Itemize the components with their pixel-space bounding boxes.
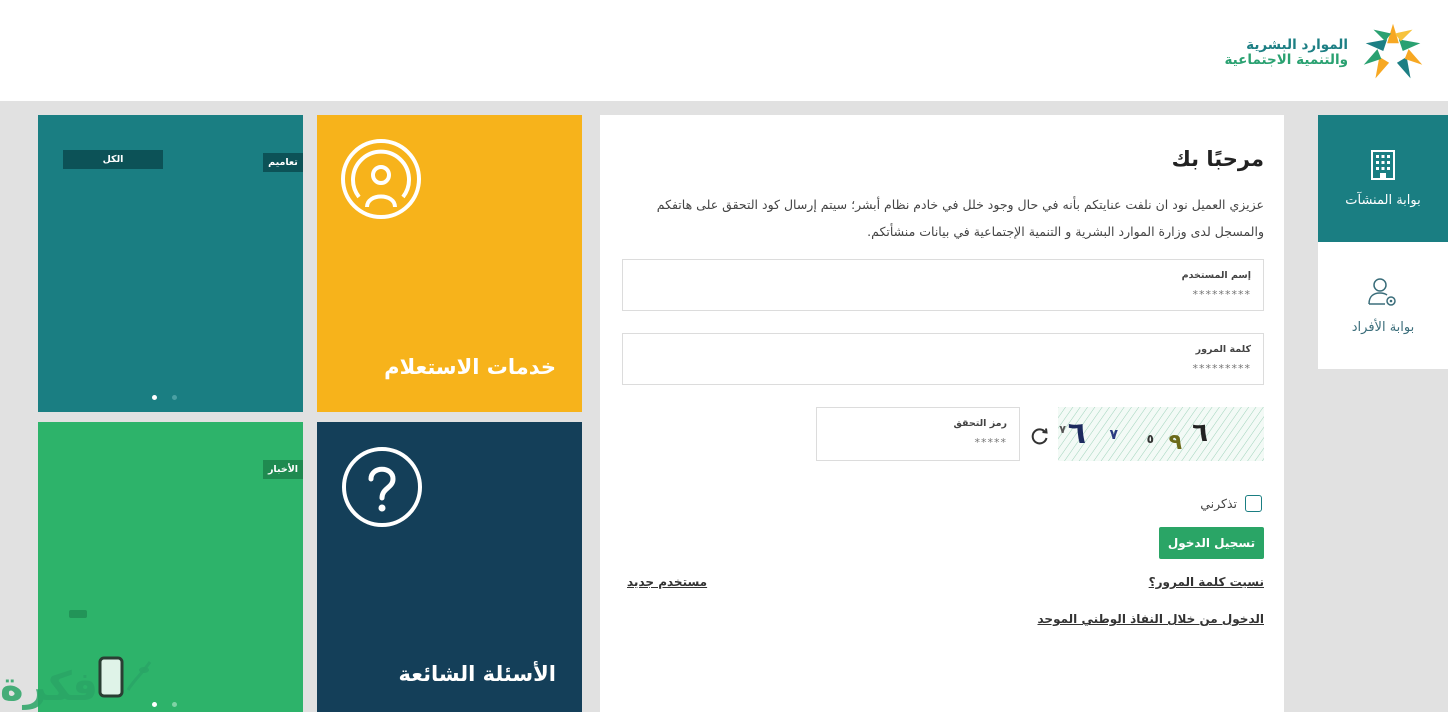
logo-line2: والتنمية الاجتماعية — [1224, 52, 1348, 68]
intro-text: عزيزي العميل نود ان نلفت عنايتكم بأنه في… — [656, 197, 1264, 239]
slider-dot[interactable] — [172, 702, 177, 707]
captcha-input[interactable]: ***** — [975, 436, 1008, 449]
faq-tile[interactable]: الأسئلة الشائعة — [317, 422, 582, 712]
logo-text: الموارد البشرية والتنمية الاجتماعية — [1224, 38, 1348, 68]
password-label: كلمة المرور — [1195, 344, 1251, 355]
welcome-title: مرحبًا بك — [1171, 147, 1264, 171]
question-circle-icon — [342, 447, 422, 527]
portal-individuals[interactable]: بوابة الأفراد — [1318, 242, 1448, 369]
tab-all[interactable]: الكل — [63, 150, 163, 169]
svg-text:٩: ٩ — [1169, 430, 1182, 455]
nafath-login-link[interactable]: الدخول من خلال النفاذ الوطني الموحد — [1038, 612, 1265, 626]
watermark-logo: فكرة — [0, 656, 152, 710]
svg-text:٧: ٧ — [1059, 423, 1066, 436]
broadcast-user-icon — [341, 139, 421, 219]
portal-nav: بوابة المنشآت بوابة الأفراد — [1318, 115, 1448, 369]
password-field[interactable]: كلمة المرور — [622, 333, 1264, 385]
svg-text:فكرة: فكرة — [0, 664, 98, 710]
username-field[interactable]: إسم المستخدم — [622, 259, 1264, 311]
svg-text:٦: ٦ — [1192, 418, 1208, 448]
portal-establishments[interactable]: بوابة المنشآت — [1318, 115, 1448, 242]
slider-dot[interactable] — [172, 395, 177, 400]
logo-line1: الموارد البشرية — [1246, 37, 1348, 53]
login-button[interactable]: تسجيل الدخول — [1159, 527, 1264, 559]
new-user-link[interactable]: مستخدم جديد — [627, 575, 707, 589]
ministry-logo[interactable]: الموارد البشرية والتنمية الاجتماعية — [1224, 20, 1432, 86]
ministry-star-logo-icon — [1363, 23, 1423, 79]
slider-dot-active[interactable] — [152, 395, 157, 400]
refresh-icon[interactable] — [1030, 426, 1050, 446]
svg-text:٥: ٥ — [1147, 432, 1154, 446]
svg-text:٦: ٦ — [1068, 416, 1086, 451]
portal-individuals-label: بوابة الأفراد — [1351, 320, 1415, 335]
news-slider-tile[interactable]: الكل تعاميم — [38, 115, 303, 412]
remember-label: تذكرني — [1200, 496, 1237, 511]
tab-news[interactable]: الأخبار — [263, 460, 303, 479]
user-gear-icon — [1368, 278, 1396, 306]
inquiry-services-title: خدمات الاستعلام — [384, 355, 556, 379]
placeholder-bar — [69, 610, 87, 618]
remember-me[interactable]: تذكرني — [1200, 495, 1262, 512]
password-input[interactable] — [651, 362, 1251, 375]
portal-establishments-label: بوابة المنشآت — [1345, 193, 1421, 208]
username-label: إسم المستخدم — [1181, 270, 1251, 281]
tab-circulars[interactable]: تعاميم — [263, 153, 303, 172]
faq-title: الأسئلة الشائعة — [398, 662, 557, 686]
building-icon — [1371, 150, 1395, 180]
remember-checkbox[interactable] — [1245, 495, 1262, 512]
top-header: الموارد البشرية والتنمية الاجتماعية — [0, 0, 1448, 101]
username-input[interactable] — [651, 288, 1251, 301]
login-panel: مرحبًا بك عزيزي العميل نود ان نلفت عنايت… — [600, 115, 1284, 712]
forgot-password-link[interactable]: نسيت كلمة المرور؟ — [1149, 575, 1264, 589]
svg-text:٧: ٧ — [1109, 427, 1118, 443]
inquiry-services-tile[interactable]: خدمات الاستعلام — [317, 115, 582, 412]
captcha-label: رمز التحقق — [953, 418, 1007, 429]
captcha-field[interactable]: رمز التحقق ***** — [816, 407, 1020, 461]
captcha-image: ٦ ٩ ٥ ٧ ٦ ٧ — [1058, 407, 1264, 461]
